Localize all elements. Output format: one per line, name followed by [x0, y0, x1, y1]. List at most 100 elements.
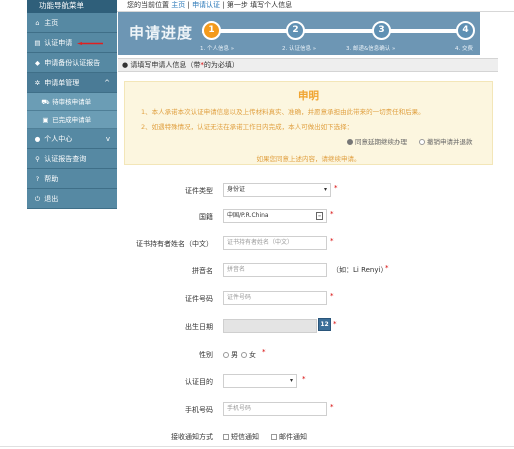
progress-title: 申请进度	[129, 24, 194, 42]
progress-track	[202, 29, 460, 33]
gender-male[interactable]: 男	[223, 350, 238, 360]
nationality-field[interactable]: 中国/P.R.China ≡	[223, 209, 327, 223]
sidebar-item-home[interactable]: ⌂ 主页	[27, 13, 117, 33]
sidebar-item-label: 待审核申请单	[52, 98, 92, 106]
caret-down-icon: ▾	[323, 186, 327, 193]
option-label: 撤销申请并退款	[427, 138, 473, 146]
field-label: 出生日期	[185, 323, 213, 331]
step-arrow: »	[230, 46, 235, 52]
required-mark: *	[330, 292, 334, 300]
phone-input[interactable]: 手机号码	[223, 402, 327, 416]
step-1-label: 1. 个人信息 »	[200, 44, 234, 52]
caret-down-icon: ▾	[289, 377, 293, 384]
sidebar-item-personal-center[interactable]: ● 个人中心 v	[27, 129, 117, 149]
field-label: 证件类型	[185, 187, 213, 195]
required-mark: *	[302, 375, 306, 383]
breadcrumb-separator: |	[222, 1, 225, 9]
user-icon: ●	[34, 135, 41, 143]
row-pinyin: 拼音名 拼音名 （如：Li Renyi） *	[118, 263, 498, 281]
notify-sms[interactable]: 短信通知	[223, 432, 259, 442]
doc-number-input[interactable]: 证件号码	[223, 291, 327, 305]
declaration-footer: 如果您同意上述内容，请继续申请。	[256, 155, 361, 163]
gear-icon: ✲	[34, 79, 41, 87]
chevron-down-icon: v	[105, 135, 110, 143]
step-label-text: 3. 邮递&信息确认	[346, 46, 391, 52]
step-3-label: 3. 邮递&信息确认 »	[346, 44, 395, 52]
sidebar-item-report-query[interactable]: ⚲ 认证报告查询	[27, 149, 117, 169]
radio-icon[interactable]	[241, 352, 247, 358]
step-arrow: »	[312, 46, 317, 52]
birth-date-input[interactable]	[223, 319, 317, 333]
breadcrumb-current-link[interactable]: 申请认证	[192, 1, 220, 9]
required-mark: *	[330, 403, 334, 411]
sidebar-item-help[interactable]: ? 帮助	[27, 169, 117, 189]
pinyin-input[interactable]: 拼音名	[223, 263, 327, 277]
sidebar-item-label: 认证报告查询	[44, 155, 87, 163]
option-refund[interactable]: 撤销申请并退款	[419, 136, 473, 146]
option-label: 邮件通知	[279, 433, 307, 441]
field-label: 证件号码	[185, 295, 213, 303]
field-label: 国籍	[199, 213, 213, 221]
sidebar-item-backup-report[interactable]: ◆ 申请备份认证报告	[27, 53, 117, 73]
document-icon: ▤	[34, 39, 41, 47]
gender-female[interactable]: 女	[241, 350, 256, 360]
sidebar-subitem-completed[interactable]: ▣ 已完成申请单	[27, 111, 117, 129]
option-label: 女	[249, 351, 256, 359]
breadcrumb-separator: |	[187, 1, 190, 9]
notify-email[interactable]: 邮件通知	[271, 432, 307, 442]
required-mark: *	[330, 237, 334, 245]
question-icon: ?	[35, 175, 40, 183]
calendar-icon[interactable]: 12	[318, 318, 331, 331]
home-icon: ⌂	[35, 19, 40, 27]
sidebar-item-label: 退出	[44, 195, 59, 203]
option-label: 短信通知	[231, 433, 259, 441]
sidebar-item-label: 个人中心	[44, 135, 73, 143]
sidebar-item-label: 申请单管理	[44, 79, 80, 87]
checkbox-icon[interactable]	[223, 434, 229, 440]
step-arrow: »	[392, 46, 396, 52]
sidebar-item-label: 已完成申请单	[52, 116, 92, 124]
sidebar: 功能导航菜单 ⌂ 主页 ▤ 认证申请 ◆ 申请备份认证报告 ✲ 申请单管理 ^ …	[27, 0, 117, 219]
declaration-line-2: 2、如遇特殊情况，认证无法在承诺工作日内完成，本人可做出如下选择：	[141, 123, 354, 131]
option-label: 男	[231, 351, 238, 359]
row-holder-name: 证书持有者姓名（中文） 证书持有者姓名（中文） *	[118, 236, 498, 254]
required-mark: *	[262, 348, 266, 356]
sidebar-item-label: 主页	[44, 19, 59, 27]
declaration-box: 申明 1、本人承诺本次认证申请信息以及上传材料真实、准确，并愿意承担由此带来的一…	[124, 81, 493, 165]
option-continue[interactable]: 同意延期继续办理	[347, 136, 407, 146]
sidebar-item-label: 认证申请	[44, 39, 73, 47]
step-label-text: 1. 个人信息	[200, 46, 229, 52]
divider	[0, 446, 514, 447]
pinyin-hint: （如：Li Renyi）	[332, 266, 388, 274]
search-icon: ⚲	[35, 155, 40, 163]
row-birth: 出生日期 12 *	[118, 318, 498, 337]
field-label: 证书持有者姓名（中文）	[136, 240, 213, 248]
declaration-line-1: 1、本人承诺本次认证申请信息以及上传材料真实、准确，并愿意承担由此带来的一切责任…	[141, 108, 425, 116]
radio-icon[interactable]	[223, 352, 229, 358]
holder-name-input[interactable]: 证书持有者姓名（中文）	[223, 236, 327, 250]
sidebar-item-cert-apply[interactable]: ▤ 认证申请	[27, 33, 117, 53]
select-value: 身份证	[227, 186, 246, 193]
sidebar-subitem-pending[interactable]: ⛟ 待审核申请单	[27, 93, 117, 111]
sidebar-item-logout[interactable]: ⏻ 退出	[27, 189, 117, 209]
section-text: 请填写申请人信息（带	[130, 61, 201, 69]
row-gender: 性别 男 女 *	[118, 347, 498, 365]
checkbox-icon[interactable]	[271, 434, 277, 440]
doc-type-select[interactable]: 身份证 ▾	[223, 183, 331, 197]
radio-icon[interactable]	[419, 139, 425, 145]
field-label: 手机号码	[185, 406, 213, 414]
step-2-circle: 2	[286, 21, 305, 40]
tag-icon: ◆	[35, 59, 40, 67]
step-1-circle: 1	[202, 21, 221, 40]
chevron-up-icon: ^	[104, 79, 110, 87]
field-label: 认证目的	[185, 378, 213, 386]
breadcrumb-home-link[interactable]: 主页	[171, 1, 185, 9]
id-card-icon: ≡	[316, 212, 323, 220]
row-phone: 手机号码 手机号码 *	[118, 402, 498, 420]
sidebar-item-order-manage[interactable]: ✲ 申请单管理 ^	[27, 73, 117, 93]
purpose-select[interactable]: ▾	[223, 374, 297, 388]
radio-icon[interactable]	[347, 139, 353, 145]
option-label: 同意延期继续办理	[355, 138, 407, 146]
progress-header: 申请进度 1 2 3 4 1. 个人信息 » 2. 认证信息 » 3. 邮递&信…	[118, 12, 480, 55]
field-label: 性别	[199, 351, 213, 359]
